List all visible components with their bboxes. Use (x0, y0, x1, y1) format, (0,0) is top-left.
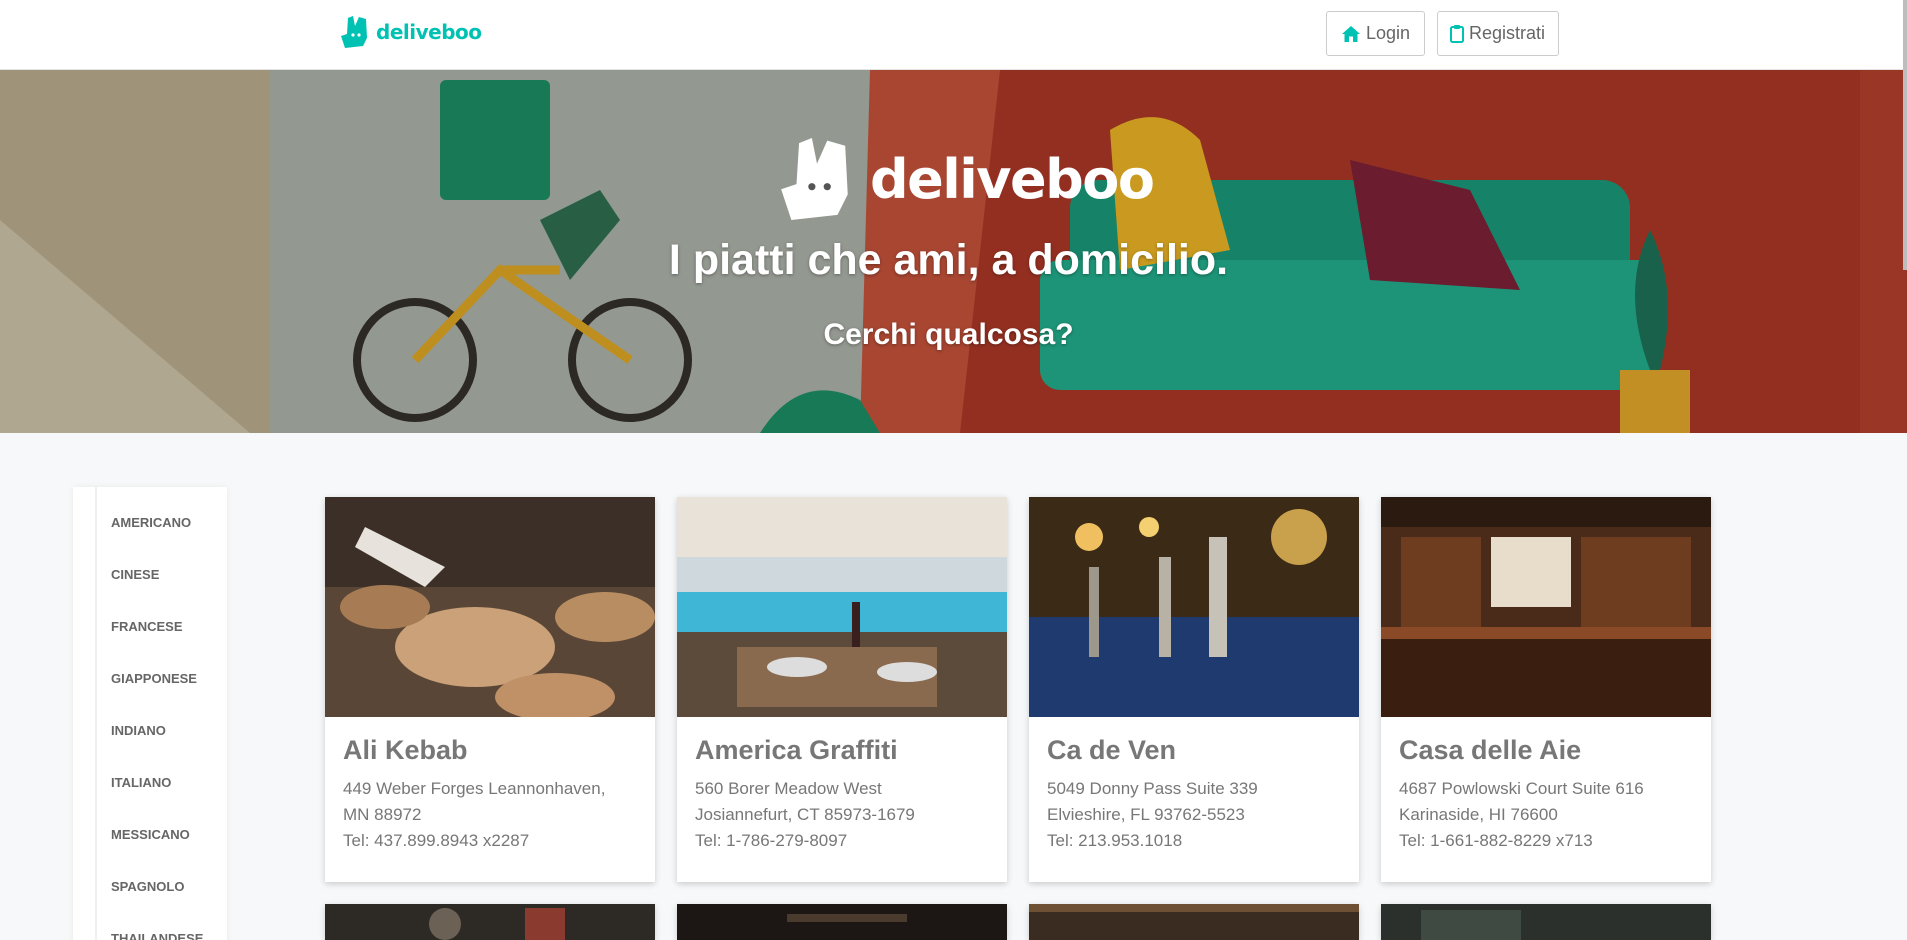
restaurant-card[interactable] (1029, 904, 1359, 940)
category-item[interactable]: CINESE (97, 548, 215, 600)
restaurant-image (1381, 497, 1711, 717)
restaurant-phone: Tel: 437.899.8943 x2287 (343, 831, 530, 850)
category-item[interactable]: MESSICANO (97, 808, 215, 860)
restaurant-card[interactable]: America Graffiti 560 Borer Meadow West J… (677, 497, 1007, 882)
restaurant-card[interactable]: Ali Kebab 449 Weber Forges Leannonhaven,… (325, 497, 655, 882)
restaurant-address-line1: 5049 Donny Pass Suite 339 (1047, 779, 1258, 798)
deliveroo-kangaroo-icon (781, 138, 848, 220)
restaurant-address-line1: 449 Weber Forges Leannonhaven, (343, 779, 606, 798)
restaurant-image (325, 904, 655, 940)
home-icon (1341, 25, 1361, 43)
category-item[interactable]: GIAPPONESE (97, 652, 215, 704)
hero-logo: deliveboo (778, 138, 1155, 220)
category-item[interactable]: INDIANO (97, 704, 215, 756)
page-scrollbar[interactable] (1903, 0, 1907, 270)
restaurant-address-line2: Karinaside, HI 76600 (1399, 805, 1558, 824)
restaurant-name: Ca de Ven (1047, 735, 1177, 765)
restaurant-image (1029, 497, 1359, 717)
restaurant-phone: Tel: 1-661-882-8229 x713 (1399, 831, 1593, 850)
category-sidebar: AMERICANO CINESE FRANCESE GIAPPONESE IND… (73, 487, 227, 940)
category-item[interactable]: FRANCESE (97, 600, 215, 652)
restaurant-address-line2: MN 88972 (343, 805, 422, 824)
restaurant-card[interactable] (325, 904, 655, 940)
login-button[interactable]: Login (1326, 11, 1425, 56)
hero-title: I piatti che ami, a domicilio. (668, 236, 1229, 284)
restaurant-info: Casa delle Aie 4687 Powlowski Court Suit… (1381, 717, 1711, 854)
restaurant-image (677, 497, 1007, 717)
register-button[interactable]: Registrati (1437, 11, 1559, 56)
restaurant-address-line2: Elvieshire, FL 93762-5523 (1047, 805, 1245, 824)
top-navbar: deliveboo Login Registrati (0, 0, 1907, 70)
category-item[interactable]: SPAGNOLO (97, 860, 215, 912)
clipboard-icon (1450, 24, 1464, 43)
restaurant-card[interactable] (677, 904, 1007, 940)
restaurant-image (677, 904, 1007, 940)
restaurant-name: Casa delle Aie (1399, 735, 1582, 765)
category-item[interactable]: THAILANDESE (97, 912, 215, 940)
category-item[interactable]: AMERICANO (97, 496, 215, 548)
restaurant-card[interactable] (1381, 904, 1711, 940)
restaurant-image (1029, 904, 1359, 940)
restaurant-address-line1: 4687 Powlowski Court Suite 616 (1399, 779, 1644, 798)
restaurant-card[interactable]: Ca de Ven 5049 Donny Pass Suite 339 Elvi… (1029, 497, 1359, 882)
restaurant-name: Ali Kebab (343, 735, 468, 765)
brand-logo[interactable]: deliveboo (340, 16, 482, 48)
restaurant-info: Ca de Ven 5049 Donny Pass Suite 339 Elvi… (1029, 717, 1359, 854)
category-item[interactable]: ITALIANO (97, 756, 215, 808)
restaurant-info: Ali Kebab 449 Weber Forges Leannonhaven,… (325, 717, 655, 854)
login-label: Login (1366, 23, 1411, 43)
restaurant-image (1381, 904, 1711, 940)
restaurant-image (325, 497, 655, 717)
hero-banner: deliveboo I piatti che ami, a domicilio.… (0, 70, 1907, 433)
restaurant-address-line2: Josiannefurt, CT 85973-1679 (695, 805, 915, 824)
brand-name: deliveboo (376, 20, 482, 44)
hero-subtitle: Cerchi qualcosa? (823, 318, 1074, 351)
restaurant-address-line1: 560 Borer Meadow West (695, 779, 882, 798)
restaurant-phone: Tel: 213.953.1018 (1047, 831, 1183, 850)
restaurant-phone: Tel: 1-786-279-8097 (695, 831, 848, 850)
restaurant-card[interactable]: Casa delle Aie 4687 Powlowski Court Suit… (1381, 497, 1711, 882)
deliveroo-kangaroo-icon (341, 16, 367, 48)
restaurant-name: America Graffiti (695, 735, 898, 765)
category-list: AMERICANO CINESE FRANCESE GIAPPONESE IND… (95, 487, 215, 940)
hero-logo-text: deliveboo (870, 147, 1155, 211)
restaurant-info: America Graffiti 560 Borer Meadow West J… (677, 717, 1007, 854)
register-label: Registrati (1469, 23, 1546, 43)
